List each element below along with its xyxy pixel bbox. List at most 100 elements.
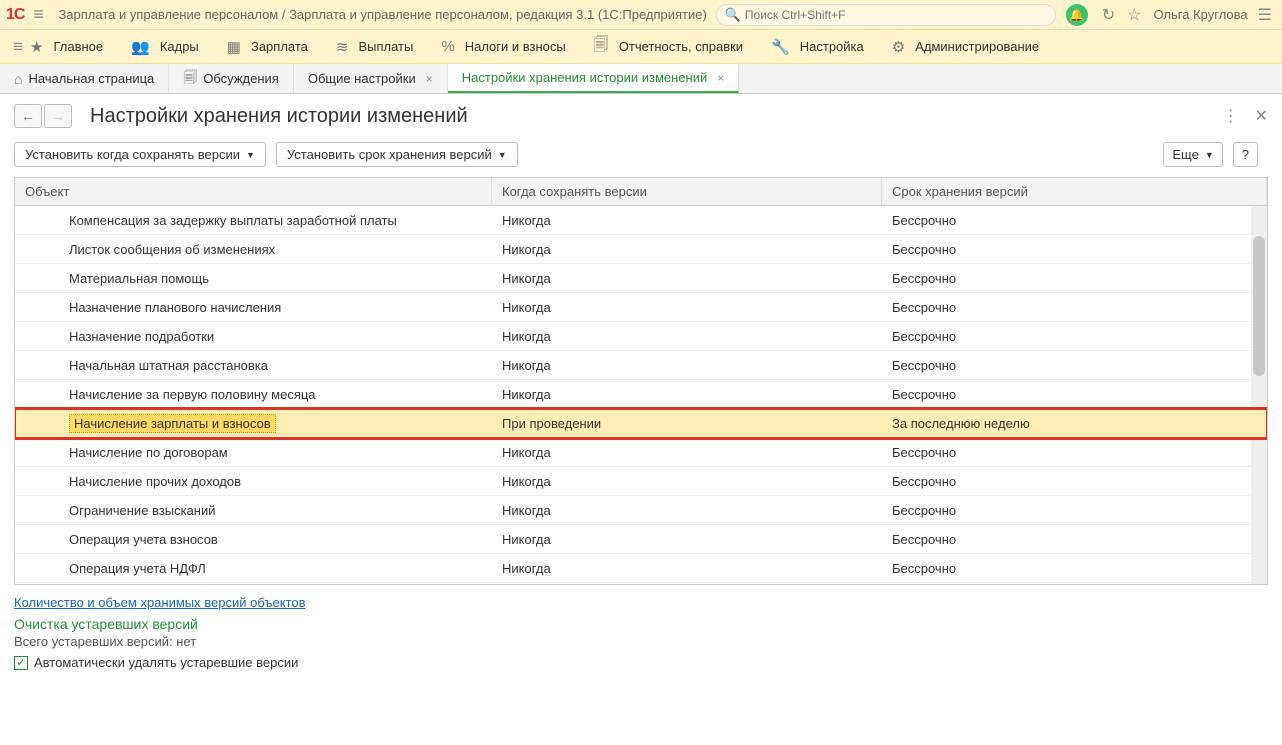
search-input[interactable] bbox=[745, 8, 1047, 22]
cell-object: Материальная помощь bbox=[15, 271, 492, 286]
global-search[interactable]: 🔍 bbox=[716, 4, 1056, 26]
cell-term: Бессрочно bbox=[882, 532, 1267, 547]
cell-when: Никогда bbox=[492, 387, 882, 402]
nav-item-8[interactable]: ⚙Администрирование bbox=[892, 38, 1039, 56]
notification-bell-icon[interactable]: 🔔 bbox=[1066, 4, 1088, 26]
sections-menu-icon[interactable]: ≡ bbox=[6, 37, 30, 57]
table-row[interactable]: Назначение подработкиНикогдаБессрочно bbox=[15, 322, 1267, 351]
window-menu-icon[interactable]: ☰ bbox=[1258, 5, 1272, 25]
cell-object: Начальная штатная расстановка bbox=[15, 358, 492, 373]
nav-item-2[interactable]: 👥Кадры bbox=[131, 38, 199, 56]
help-label: ? bbox=[1242, 147, 1249, 162]
more-button[interactable]: Еще ▼ bbox=[1163, 142, 1222, 167]
nav-item-5[interactable]: %Налоги и взносы bbox=[441, 38, 565, 55]
tab-icon: ⌂ bbox=[14, 71, 22, 87]
stored-versions-link[interactable]: Количество и объем хранимых версий объек… bbox=[14, 595, 305, 610]
nav-item-4[interactable]: ≋ Выплаты bbox=[336, 38, 413, 56]
table-row[interactable]: Назначение планового начисленияНикогдаБе… bbox=[15, 293, 1267, 322]
search-icon: 🔍 bbox=[725, 7, 741, 23]
help-button[interactable]: ? bbox=[1233, 142, 1258, 167]
tab[interactable]: ⌂ Начальная страница bbox=[0, 64, 169, 93]
table-row[interactable]: Ограничение взысканийНикогдаБессрочно bbox=[15, 496, 1267, 525]
cell-object: Начисление по договорам bbox=[15, 445, 492, 460]
th-term[interactable]: Срок хранения версий bbox=[882, 178, 1267, 205]
nav-item-label: Настройка bbox=[800, 39, 864, 54]
page-menu-icon[interactable]: ⋮ bbox=[1223, 106, 1239, 126]
th-when[interactable]: Когда сохранять версии bbox=[492, 178, 882, 205]
tab-close-icon[interactable]: × bbox=[426, 72, 433, 86]
table-row[interactable]: Компенсация за задержку выплаты заработн… bbox=[15, 206, 1267, 235]
cell-term: За последнюю неделю bbox=[882, 416, 1267, 431]
set-when-button[interactable]: Установить когда сохранять версии ▼ bbox=[14, 142, 266, 167]
history-icon[interactable]: ↻ bbox=[1102, 5, 1115, 25]
caret-down-icon: ▼ bbox=[1205, 150, 1214, 160]
cell-term: Бессрочно bbox=[882, 503, 1267, 518]
cleanup-status: Всего устаревших версий: нет bbox=[14, 634, 1268, 649]
table-row[interactable]: Операция учета взносовНикогдаБессрочно bbox=[15, 525, 1267, 554]
set-when-label: Установить когда сохранять версии bbox=[25, 147, 240, 162]
nav-item-label: Администрирование bbox=[915, 39, 1039, 54]
cell-term: Бессрочно bbox=[882, 213, 1267, 228]
cell-term: Бессрочно bbox=[882, 271, 1267, 286]
tab-close-icon[interactable]: × bbox=[717, 71, 724, 85]
tab-label: Начальная страница bbox=[28, 71, 154, 86]
table-row[interactable]: Начисление по договорамНикогдаБессрочно bbox=[15, 438, 1267, 467]
history-table: Объект Когда сохранять версии Срок хране… bbox=[14, 177, 1268, 585]
cleanup-section-title: Очистка устаревших версий bbox=[14, 616, 1268, 632]
tab-bar: ⌂ Начальная страница 🗐 Обсуждения Общие наст… bbox=[0, 64, 1282, 94]
cell-when: Никогда bbox=[492, 445, 882, 460]
table-row[interactable]: Опись заявлений сотрудников на выплату п… bbox=[15, 583, 1267, 584]
nav-item-icon: 👥 bbox=[131, 38, 150, 56]
nav-item-3[interactable]: ▦Зарплата bbox=[227, 38, 308, 56]
tab-label: Обсуждения bbox=[203, 71, 279, 86]
tab[interactable]: Настройки хранения истории изменений × bbox=[448, 64, 740, 93]
table-row[interactable]: Начальная штатная расстановкаНикогдаБесс… bbox=[15, 351, 1267, 380]
back-button[interactable]: ← bbox=[14, 104, 42, 128]
table-header: Объект Когда сохранять версии Срок хране… bbox=[15, 178, 1267, 206]
scrollbar-thumb[interactable] bbox=[1253, 236, 1265, 376]
main-nav: ≡★Главное 👥Кадры ▦Зарплата ≋ Выплаты %Налоги … bbox=[0, 30, 1282, 64]
cell-object: Начисление за первую половину месяца bbox=[15, 387, 492, 402]
cell-object: Назначение подработки bbox=[15, 329, 492, 344]
scrollbar[interactable] bbox=[1251, 206, 1267, 584]
cell-when: Никогда bbox=[492, 329, 882, 344]
auto-delete-checkbox[interactable]: ✓ bbox=[14, 656, 28, 670]
nav-item-label: Выплаты bbox=[358, 39, 413, 54]
nav-item-7[interactable]: 🔧Настройка bbox=[771, 38, 864, 56]
table-row[interactable]: Начисление зарплаты и взносовПри проведе… bbox=[15, 409, 1267, 438]
nav-item-icon: 🗐 bbox=[594, 34, 609, 59]
set-term-button[interactable]: Установить срок хранения версий ▼ bbox=[276, 142, 518, 167]
cell-object: Ограничение взысканий bbox=[15, 503, 492, 518]
tab-label: Настройки хранения истории изменений bbox=[462, 70, 707, 85]
app-title: Зарплата и управление персоналом / Зарпл… bbox=[58, 7, 706, 22]
cell-object: Операция учета взносов bbox=[15, 532, 492, 547]
cell-term: Бессрочно bbox=[882, 329, 1267, 344]
cell-when: Никогда bbox=[492, 242, 882, 257]
main-menu-icon[interactable]: ≡ bbox=[26, 4, 50, 25]
th-object[interactable]: Объект bbox=[15, 178, 492, 205]
table-row[interactable]: Начисление прочих доходовНикогдаБессрочн… bbox=[15, 467, 1267, 496]
nav-item-icon: ★ bbox=[30, 38, 43, 56]
toolbar: Установить когда сохранять версии ▼ Уста… bbox=[14, 142, 1268, 167]
set-term-label: Установить срок хранения версий bbox=[287, 147, 492, 162]
nav-item-6[interactable]: 🗐Отчетность, справки bbox=[594, 34, 743, 59]
cell-when: Никогда bbox=[492, 503, 882, 518]
favorite-icon[interactable]: ☆ bbox=[1127, 5, 1141, 25]
tab[interactable]: Общие настройки× bbox=[294, 64, 448, 93]
cell-term: Бессрочно bbox=[882, 242, 1267, 257]
page-header: ← → Настройки хранения истории изменений… bbox=[14, 104, 1268, 128]
user-name[interactable]: Ольга Круглова bbox=[1153, 7, 1247, 22]
cell-term: Бессрочно bbox=[882, 300, 1267, 315]
nav-item-label: Налоги и взносы bbox=[465, 39, 566, 54]
nav-item-icon: ≋ bbox=[336, 38, 349, 56]
table-row[interactable]: Листок сообщения об измененияхНикогдаБес… bbox=[15, 235, 1267, 264]
table-row[interactable]: Начисление за первую половину месяцаНико… bbox=[15, 380, 1267, 409]
tab-icon: 🗐 bbox=[183, 67, 197, 91]
table-body[interactable]: Компенсация за задержку выплаты заработн… bbox=[15, 206, 1267, 584]
table-row[interactable]: Материальная помощьНикогдаБессрочно bbox=[15, 264, 1267, 293]
nav-item-1[interactable]: ★Главное bbox=[30, 38, 103, 56]
table-row[interactable]: Операция учета НДФЛНикогдаБессрочно bbox=[15, 554, 1267, 583]
close-page-icon[interactable]: ✕ bbox=[1255, 106, 1268, 126]
tab[interactable]: 🗐 Обсуждения bbox=[169, 64, 294, 93]
forward-button: → bbox=[44, 104, 72, 128]
